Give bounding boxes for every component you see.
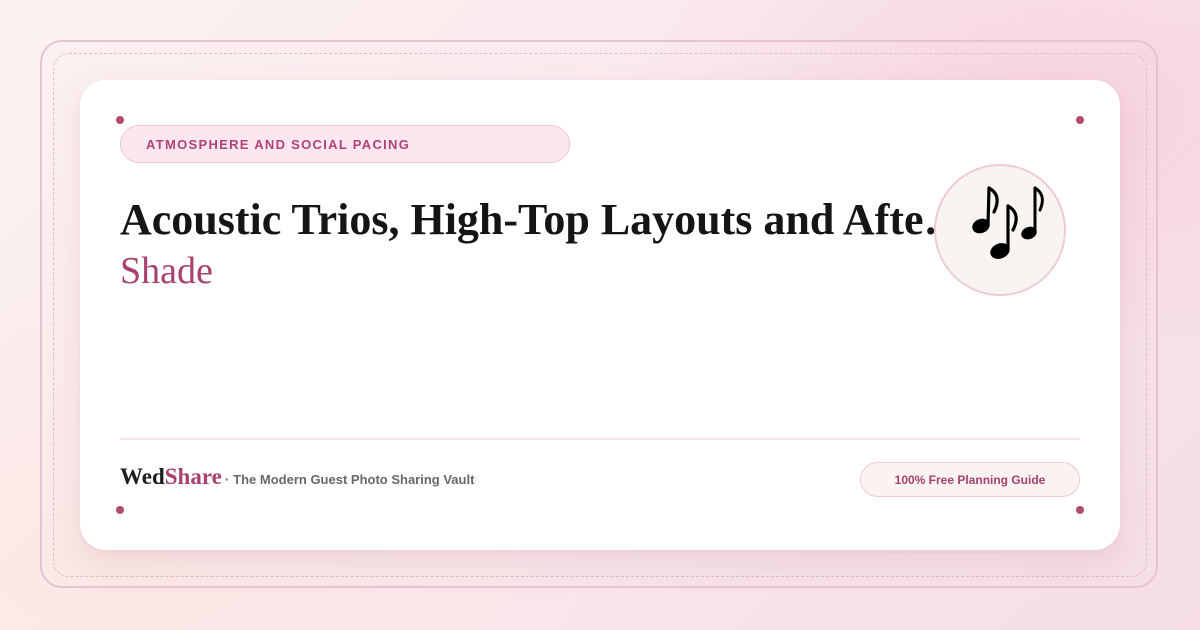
- corner-dot-bottom-right: [1076, 506, 1084, 514]
- footer-divider: [120, 438, 1080, 440]
- category-pill: ATMOSPHERE AND SOCIAL PACING: [120, 125, 570, 163]
- article-card: ATMOSPHERE AND SOCIAL PACING Acoustic Tr…: [80, 80, 1120, 550]
- free-guide-badge: 100% Free Planning Guide: [860, 462, 1080, 497]
- brand-separator: ·: [224, 472, 230, 487]
- music-notes-icon: [972, 186, 1044, 259]
- article-title-continuation: Shade: [120, 250, 213, 292]
- brand-signature: Wed Share · The Modern Guest Photo Sharin…: [120, 464, 474, 490]
- corner-dot-top-left: [116, 116, 124, 124]
- brand-logo-share: Share: [164, 464, 222, 489]
- article-title: Acoustic Trios, High-Top Layouts and Aft…: [120, 195, 980, 244]
- corner-dot-bottom-left: [116, 506, 124, 514]
- category-label: ATMOSPHERE AND SOCIAL PACING: [146, 136, 411, 152]
- topic-icon-badge: [934, 164, 1066, 296]
- free-guide-label: 100% Free Planning Guide: [894, 472, 1046, 487]
- brand-tagline: The Modern Guest Photo Sharing Vault: [233, 472, 475, 487]
- brand-logo-wed: Wed: [120, 464, 165, 489]
- corner-dot-top-right: [1076, 116, 1084, 124]
